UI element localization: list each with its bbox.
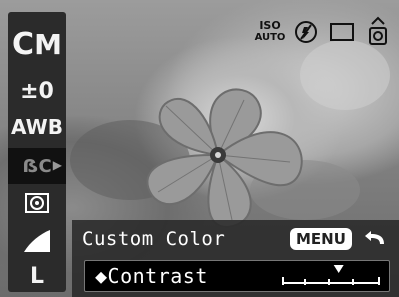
- white-balance-item[interactable]: AWB: [8, 110, 66, 144]
- camera-orientation-icon: [363, 16, 393, 47]
- slider-thumb[interactable]: [333, 265, 344, 273]
- my-colors-item[interactable]: ẞC ▶: [8, 148, 66, 184]
- shooting-mode[interactable]: C CM M: [8, 20, 66, 68]
- chevron-right-icon: ▶: [52, 158, 62, 172]
- contrast-setting-row[interactable]: ◆Contrast: [84, 260, 390, 292]
- exposure-compensation-item[interactable]: ±0: [8, 74, 66, 108]
- contrast-label: ◆Contrast: [95, 264, 208, 288]
- image-size-item[interactable]: L: [8, 260, 66, 292]
- foliage-shape: [300, 40, 390, 110]
- compression-icon: [24, 230, 50, 252]
- menu-button[interactable]: MENU: [290, 228, 352, 250]
- my-colors-icon: ẞC: [22, 155, 52, 177]
- status-icons: ISO AUTO: [255, 14, 393, 50]
- metering-icon: [25, 193, 49, 213]
- shooting-settings-sidebar: C CM M ±0 AWB ẞC ▶ L: [8, 12, 66, 292]
- exposure-value: ±0: [20, 78, 54, 104]
- compression-item[interactable]: [8, 226, 66, 256]
- iso-auto-icon: ISO AUTO: [254, 19, 286, 44]
- white-balance-value: AWB: [11, 115, 63, 139]
- metering-item[interactable]: [8, 188, 66, 218]
- flash-off-icon: [291, 17, 321, 47]
- flower-image: [146, 88, 303, 229]
- custom-color-header: Custom Color MENU: [82, 228, 387, 254]
- aspect-frame-icon: [327, 17, 357, 47]
- contrast-slider[interactable]: [281, 263, 381, 289]
- custom-color-title: Custom Color: [82, 228, 226, 250]
- return-arrow-icon[interactable]: [364, 230, 386, 252]
- menu-label: MENU: [296, 230, 346, 248]
- image-size-value: L: [29, 263, 45, 289]
